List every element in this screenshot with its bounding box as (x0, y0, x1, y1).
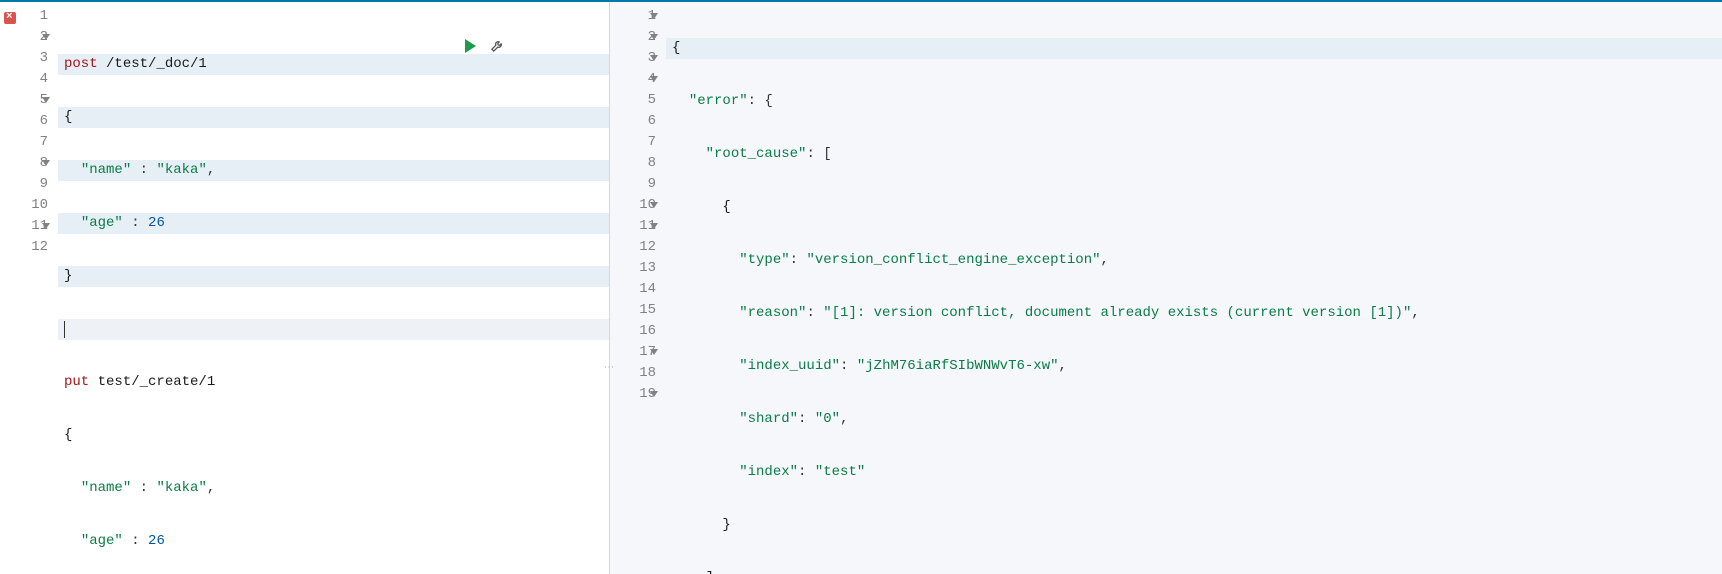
wrench-icon[interactable] (490, 6, 591, 85)
line-number: 6 (610, 111, 656, 132)
line-number: 10 (610, 195, 656, 216)
line-number: 9 (0, 174, 48, 195)
line-number: 11 (0, 216, 48, 237)
response-panel: 1 2 3 4 5 6 7 8 9 10 11 12 13 14 15 16 1… (610, 2, 1722, 574)
line-number: 7 (610, 132, 656, 153)
line-number: 1 (0, 6, 48, 27)
request-editor[interactable]: 1 2 3 4 5 6 7 8 9 10 11 12 (0, 2, 609, 574)
line-number: 7 (0, 132, 48, 153)
line-number: 3 (0, 48, 48, 69)
line-number: 8 (610, 153, 656, 174)
code-line[interactable]: "index_uuid": "jZhM76iaRfSIbWNWvT6-xw", (666, 356, 1722, 377)
response-editor[interactable]: 1 2 3 4 5 6 7 8 9 10 11 12 13 14 15 16 1… (610, 2, 1722, 574)
code-line[interactable]: "type": "version_conflict_engine_excepti… (666, 250, 1722, 271)
line-number: 12 (0, 237, 48, 258)
code-line[interactable]: { (58, 107, 609, 128)
line-number: 14 (610, 279, 656, 300)
line-number: 5 (610, 90, 656, 111)
code-line[interactable]: "name" : "kaka", (58, 478, 609, 499)
line-number: 8 (0, 153, 48, 174)
line-number: 18 (610, 363, 656, 384)
request-panel: 1 2 3 4 5 6 7 8 9 10 11 12 (0, 2, 610, 574)
code-line[interactable]: "age" : 26 (58, 213, 609, 234)
line-number: 2 (610, 27, 656, 48)
play-icon[interactable] (465, 39, 476, 53)
line-number: 1 (610, 6, 656, 27)
code-line[interactable]: } (58, 266, 609, 287)
line-number: 12 (610, 237, 656, 258)
code-line[interactable]: "shard": "0", (666, 409, 1722, 430)
line-number: 6 (0, 111, 48, 132)
line-number: 4 (610, 69, 656, 90)
line-number: 11 (610, 216, 656, 237)
request-path: /test/_doc/1 (98, 56, 207, 72)
line-number: 15 (610, 300, 656, 321)
request-gutter: 1 2 3 4 5 6 7 8 9 10 11 12 (0, 2, 58, 574)
http-method: put (64, 374, 89, 390)
dev-console: 1 2 3 4 5 6 7 8 9 10 11 12 (0, 0, 1722, 574)
line-number: 17 (610, 342, 656, 363)
line-number: 16 (610, 321, 656, 342)
code-line[interactable]: } (666, 515, 1722, 536)
code-line[interactable]: "reason": "[1]: version conflict, docume… (666, 303, 1722, 324)
code-line[interactable]: ], (666, 568, 1722, 574)
code-line[interactable]: { (666, 197, 1722, 218)
line-number: 3 (610, 48, 656, 69)
line-number: 2 (0, 27, 48, 48)
line-number: 19 (610, 384, 656, 405)
error-icon (4, 12, 16, 24)
code-line[interactable]: put test/_create/1 (58, 372, 609, 393)
code-line[interactable]: { (666, 38, 1722, 59)
response-gutter: 1 2 3 4 5 6 7 8 9 10 11 12 13 14 15 16 1… (610, 2, 666, 574)
line-number: 13 (610, 258, 656, 279)
request-code[interactable]: post /test/_doc/1 { "name" : "kaka", "ag… (58, 2, 609, 574)
code-line[interactable]: "root_cause": [ (666, 144, 1722, 165)
code-line[interactable]: "index": "test" (666, 462, 1722, 483)
code-line[interactable] (58, 319, 609, 340)
code-line[interactable]: "age" : 26 (58, 531, 609, 552)
line-number: 10 (0, 195, 48, 216)
line-number: 5 (0, 90, 48, 111)
line-number: 4 (0, 69, 48, 90)
code-line[interactable]: "name" : "kaka", (58, 160, 609, 181)
http-method: post (64, 56, 98, 72)
response-code[interactable]: { "error": { "root_cause": [ { "type": "… (666, 2, 1722, 574)
line-number: 9 (610, 174, 656, 195)
request-path: test/_create/1 (89, 374, 215, 390)
code-line[interactable]: "error": { (666, 91, 1722, 112)
code-line[interactable]: { (58, 425, 609, 446)
request-toolbar (465, 6, 591, 85)
